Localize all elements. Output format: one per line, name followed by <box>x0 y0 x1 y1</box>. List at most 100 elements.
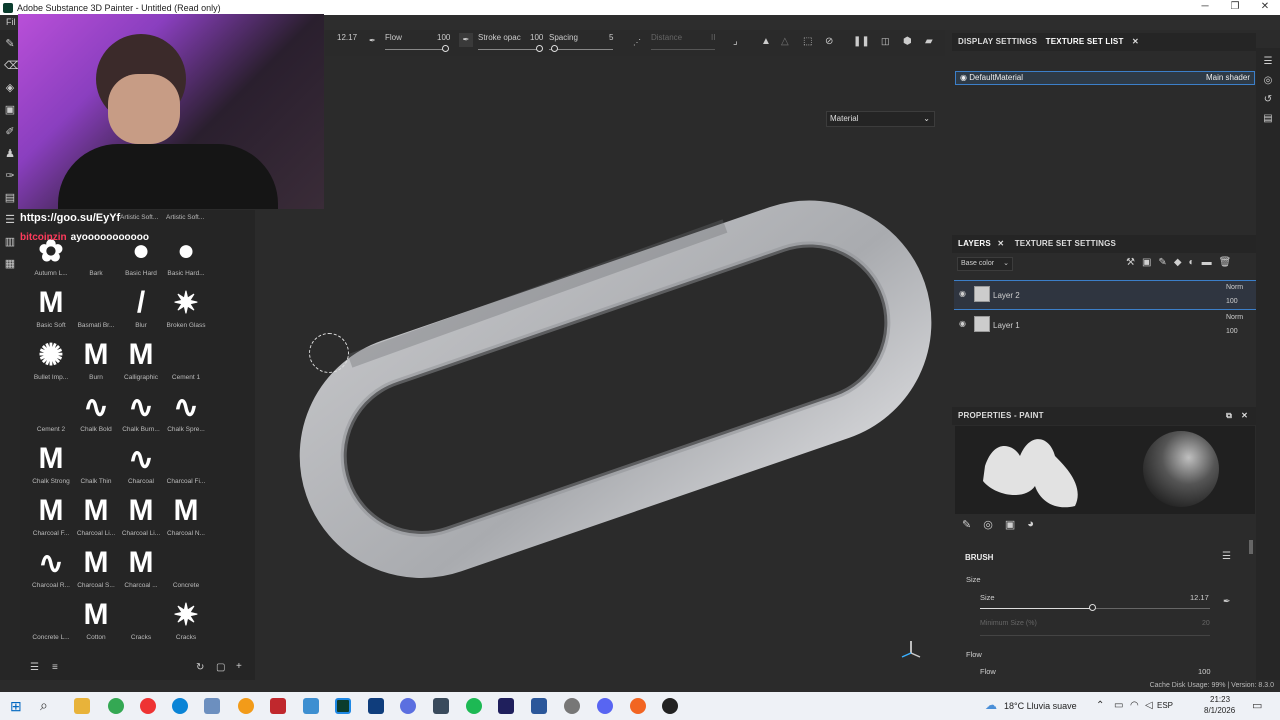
alpha-tab-icon[interactable]: ◎ <box>983 518 993 531</box>
mirror-icon[interactable]: ▲ <box>761 36 771 47</box>
brush-preset[interactable]: Concrete L... <box>28 596 74 648</box>
brush-tab-icon[interactable]: ✎ <box>962 518 971 531</box>
add-icon[interactable]: + <box>236 661 242 672</box>
windows-start-icon[interactable]: ⊞ <box>10 698 22 715</box>
flow-value[interactable]: 100 <box>437 33 450 42</box>
delete-icon[interactable]: 🗑 <box>1219 257 1232 268</box>
tab-layers[interactable]: LAYERS <box>958 239 991 248</box>
3d-viewport[interactable]: Material ⌄ <box>255 56 945 676</box>
volume-icon[interactable]: ◁ <box>1145 700 1153 711</box>
paint-brush-icon[interactable]: ✎ <box>4 38 16 50</box>
spacing-value[interactable]: 5 <box>609 33 613 42</box>
pause-icon[interactable]: ❚❚ <box>853 36 870 47</box>
stroke-opacity-slider-handle[interactable] <box>536 45 543 52</box>
effect-icon[interactable]: ⚒ <box>1126 257 1135 268</box>
brush-preset[interactable]: M Charcoal ... <box>118 544 164 596</box>
disable-icon[interactable]: ⊘ <box>825 36 833 47</box>
brush-preset[interactable]: ✺ Bullet Imp... <box>28 336 74 388</box>
log-icon[interactable]: ▤ <box>1256 113 1280 124</box>
brush-preset[interactable]: Cracks <box>118 596 164 648</box>
photos-icon[interactable] <box>303 698 319 714</box>
brush-preset[interactable]: ● Basic Hard... <box>163 232 209 284</box>
size-value[interactable]: 12.17 <box>337 33 357 42</box>
clock-time[interactable]: 21:23 <box>1210 695 1230 704</box>
layer-opacity[interactable]: 100 <box>1226 328 1238 335</box>
brush-preset[interactable]: ✷ Broken Glass <box>163 284 209 336</box>
minimize-button[interactable]: ─ <box>1190 0 1220 15</box>
stencil-tab-icon[interactable]: ▣ <box>1005 518 1015 531</box>
projection-icon[interactable]: ◈ <box>4 82 16 94</box>
discord-icon[interactable] <box>597 698 613 714</box>
brush-preset[interactable]: / Blur <box>118 284 164 336</box>
split-view-icon[interactable]: ◫ <box>881 36 890 47</box>
flow-slider[interactable] <box>385 49 445 50</box>
voice-app-icon[interactable] <box>270 698 286 714</box>
add-folder-icon[interactable]: ▬ <box>1202 257 1212 268</box>
brush-preset[interactable]: ∿ Chalk Spre... <box>163 388 209 440</box>
spacing-slider-handle[interactable] <box>551 45 558 52</box>
language-indicator[interactable]: ESP <box>1157 701 1173 710</box>
add-mask-icon[interactable]: ◐ <box>1189 257 1195 268</box>
brush-preset[interactable]: M Chalk Strong <box>28 440 74 492</box>
notification-icon[interactable]: ▭ <box>1252 699 1262 712</box>
clone-icon[interactable]: ♟ <box>4 148 16 160</box>
material-tab-icon[interactable]: ◕ <box>1027 518 1034 531</box>
filter-icon[interactable]: ≡ <box>52 662 58 673</box>
eye-icon[interactable]: ◉ <box>960 73 967 82</box>
close-icon[interactable]: ✕ <box>1241 407 1248 425</box>
size-slider-handle[interactable] <box>1088 604 1096 611</box>
word-icon[interactable] <box>531 698 547 714</box>
undock-icon[interactable]: ⧉ <box>1226 407 1232 425</box>
render-icon[interactable]: ▥ <box>4 236 16 248</box>
stroke-opacity-slider[interactable] <box>478 49 540 50</box>
brush-preset[interactable]: ∿ Chalk Burn... <box>118 388 164 440</box>
brush-preset[interactable]: ✷ Cracks <box>163 596 209 648</box>
brush-preset[interactable]: M Basic Soft <box>28 284 74 336</box>
davinci-icon[interactable] <box>433 698 449 714</box>
pen-pressure-icon[interactable]: ✒ <box>1223 596 1231 607</box>
size-value[interactable]: 12.17 <box>1190 593 1209 602</box>
eye-icon[interactable]: ◉ <box>959 289 966 298</box>
gradient-icon[interactable]: ⬚ <box>803 36 812 47</box>
brush-preset[interactable]: Basmati Br... <box>73 284 119 336</box>
close-icon[interactable]: ✕ <box>997 239 1004 248</box>
settings-icon[interactable] <box>564 698 580 714</box>
tab-display-settings[interactable]: DISPLAY SETTINGS <box>958 37 1037 46</box>
flow-pressure-icon[interactable]: ✒ <box>459 33 473 47</box>
brush-preset[interactable]: M Charcoal Li... <box>118 492 164 544</box>
layer-row-selected[interactable]: ◉ Layer 2 Norm 100 <box>954 280 1256 310</box>
file-explorer-icon[interactable] <box>74 698 90 714</box>
screenshot-icon[interactable]: ▰ <box>925 36 933 47</box>
menu-icon[interactable]: ☰ <box>1256 56 1280 67</box>
brush-preset[interactable]: Chalk Thin <box>73 440 119 492</box>
brush-preset[interactable]: M Charcoal Li... <box>73 492 119 544</box>
flow-value[interactable]: 100 <box>1198 667 1211 676</box>
import-icon[interactable]: ▢ <box>216 662 225 673</box>
preset-menu-icon[interactable]: ☰ <box>1222 551 1231 562</box>
tab-texture-set-settings[interactable]: TEXTURE SET SETTINGS <box>1015 239 1116 248</box>
symmetry-icon[interactable]: ⌟ <box>733 36 738 47</box>
weather-text[interactable]: 18°C Lluvia suave <box>1004 701 1077 711</box>
overlay-link[interactable]: https://goo.su/EyYf <box>20 212 120 224</box>
eye-icon[interactable]: ◉ <box>959 319 966 328</box>
brush-preset[interactable]: M Charcoal S... <box>73 544 119 596</box>
refresh-icon[interactable]: ↻ <box>196 662 204 673</box>
brush-preset[interactable]: M Burn <box>73 336 119 388</box>
material-icon[interactable]: ☰ <box>4 214 16 226</box>
app-icon[interactable] <box>400 698 416 714</box>
menu-file[interactable]: Fil <box>6 17 16 27</box>
obs-icon[interactable] <box>662 698 678 714</box>
mirror-alt-icon[interactable]: △ <box>781 36 789 47</box>
list-view-icon[interactable]: ☰ <box>30 662 39 673</box>
tab-texture-set-list[interactable]: TEXTURE SET LIST <box>1046 37 1124 46</box>
brush-preset[interactable]: Concrete <box>163 544 209 596</box>
after-effects-icon[interactable] <box>498 698 514 714</box>
brush-preset[interactable]: Cement 2 <box>28 388 74 440</box>
close-button[interactable]: ✕ <box>1250 0 1280 15</box>
export-icon[interactable]: ▦ <box>4 258 16 270</box>
blender-icon[interactable] <box>238 698 254 714</box>
layer-blend[interactable]: Norm <box>1226 314 1243 321</box>
eraser-icon[interactable]: ⌫ <box>4 60 20 72</box>
bake-icon[interactable]: ▤ <box>4 192 16 204</box>
chrome-icon[interactable] <box>108 698 124 714</box>
